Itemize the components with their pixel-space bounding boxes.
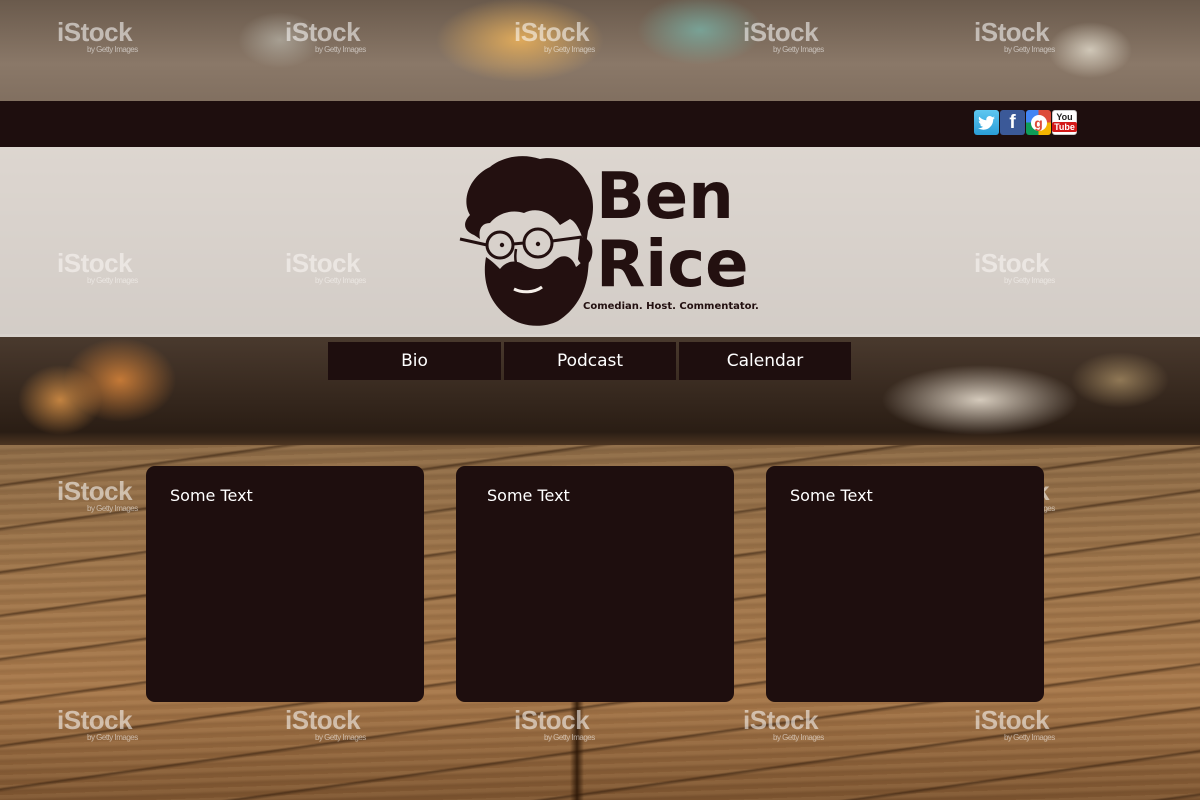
watermark: iStockby Getty Images: [285, 705, 366, 742]
content-card-3: Some Text: [766, 466, 1044, 702]
youtube-icon[interactable]: You Tube: [1052, 110, 1077, 135]
watermark: iStockby Getty Images: [743, 705, 824, 742]
nav-podcast[interactable]: Podcast: [504, 342, 676, 380]
watermark: iStockby Getty Images: [57, 705, 138, 742]
top-bar: f g You Tube: [0, 101, 1200, 147]
content-card-1: Some Text: [146, 466, 424, 702]
card-title: Some Text: [790, 486, 873, 505]
watermark: iStockby Getty Images: [974, 705, 1055, 742]
card-title: Some Text: [487, 486, 570, 505]
logo-name-first: Ben: [596, 160, 734, 234]
main-nav: Bio Podcast Calendar: [328, 342, 851, 380]
twitter-icon[interactable]: [974, 110, 999, 135]
content-card-2: Some Text: [456, 466, 734, 702]
logo-name-last: Rice: [596, 228, 749, 302]
watermark: iStockby Getty Images: [285, 17, 366, 54]
header-band: Ben Rice Comedian. Host. Commentator.: [0, 147, 1200, 337]
google-plus-icon[interactable]: g: [1026, 110, 1051, 135]
nav-bio[interactable]: Bio: [328, 342, 501, 380]
watermark: iStockby Getty Images: [514, 17, 595, 54]
watermark: iStockby Getty Images: [514, 705, 595, 742]
watermark: iStockby Getty Images: [743, 17, 824, 54]
nav-calendar[interactable]: Calendar: [679, 342, 851, 380]
logo-tagline: Comedian. Host. Commentator.: [583, 301, 759, 312]
watermark: iStockby Getty Images: [57, 476, 138, 513]
social-links: f g You Tube: [974, 110, 1077, 135]
card-title: Some Text: [170, 486, 253, 505]
caricature-portrait: [459, 156, 593, 326]
watermark: iStockby Getty Images: [57, 17, 138, 54]
site-logo[interactable]: Ben Rice Comedian. Host. Commentator.: [450, 153, 770, 333]
facebook-icon[interactable]: f: [1000, 110, 1025, 135]
watermark: iStockby Getty Images: [974, 17, 1055, 54]
